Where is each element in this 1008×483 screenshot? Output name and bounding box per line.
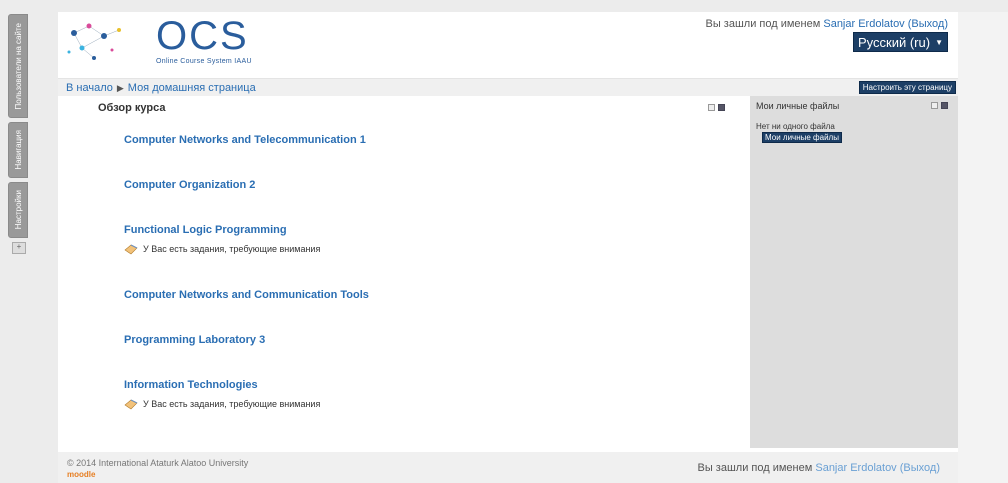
course-link[interactable]: Computer Networks and Telecommunication … <box>124 134 724 146</box>
course-link[interactable]: Programming Laboratory 3 <box>124 334 724 346</box>
language-select[interactable]: Русский (ru) ▼ <box>853 32 948 52</box>
site-logo[interactable]: OCS Online Course System IAAU <box>64 14 294 68</box>
header: OCS Online Course System IAAU Вы зашли п… <box>58 12 958 76</box>
dock-tab-label: Навигация <box>13 130 23 170</box>
block-controls <box>708 104 725 111</box>
list-item: Computer Organization 2 <box>124 179 724 224</box>
chevron-down-icon: ▼ <box>935 37 943 47</box>
logout-link[interactable]: (Выход) <box>900 462 940 474</box>
customize-page-button[interactable]: Настроить эту страницу <box>858 81 956 94</box>
network-dots-icon <box>67 23 121 60</box>
course-link[interactable]: Functional Logic Programming <box>124 224 724 236</box>
alert-text: У Вас есть задания, требующие внимания <box>143 399 321 409</box>
copyright: © 2014 International Ataturk Alatoo Univ… <box>67 458 249 468</box>
dock-tab-navigation[interactable]: Навигация <box>8 122 28 178</box>
list-item: Programming Laboratory 3 <box>124 334 724 379</box>
logo-subtitle: Online Course System IAAU <box>156 58 252 65</box>
course-alert: У Вас есть задания, требующие внимания <box>124 398 724 410</box>
dock-tab-label: Пользователи на сайте <box>13 22 23 110</box>
list-item: Computer Networks and Telecommunication … <box>124 134 724 179</box>
user-name-link[interactable]: Sanjar Erdolatov <box>823 18 904 30</box>
assignment-icon[interactable] <box>124 243 138 255</box>
course-alert: У Вас есть задания, требующие внимания <box>124 243 724 255</box>
collapse-icon[interactable] <box>931 102 938 109</box>
breadcrumb-home[interactable]: В начало <box>66 82 113 94</box>
course-list: Computer Networks and Telecommunication … <box>124 134 724 444</box>
logout-link[interactable]: (Выход) <box>908 18 948 30</box>
dock-collapse-icon[interactable]: + <box>12 242 26 254</box>
course-link[interactable]: Computer Networks and Communication Tool… <box>124 289 724 301</box>
dock-tab-label: Настройки <box>13 190 23 230</box>
navbar: В начало ▶ Моя домашняя страница Настроить… <box>58 78 958 97</box>
page: OCS Online Course System IAAU Вы зашли п… <box>58 12 958 483</box>
course-link[interactable]: Computer Organization 2 <box>124 179 724 191</box>
user-name-link[interactable]: Sanjar Erdolatov <box>815 462 896 474</box>
list-item: Computer Networks and Communication Tool… <box>124 289 724 334</box>
collapse-icon[interactable] <box>708 104 715 111</box>
block-title: Мои личные файлы <box>756 101 840 111</box>
dock-block-icon[interactable] <box>941 102 948 109</box>
moodle-logo-link[interactable]: moodle <box>67 470 95 479</box>
footer-login-info: Вы зашли под именем Sanjar Erdolatov (Вы… <box>698 462 941 474</box>
breadcrumb-separator-icon: ▶ <box>116 83 124 93</box>
dock-tab-settings[interactable]: Настройки <box>8 182 28 238</box>
course-link[interactable]: Information Technologies <box>124 379 724 391</box>
right-margin <box>958 12 1008 483</box>
dock-block-icon[interactable] <box>718 104 725 111</box>
alert-text: У Вас есть задания, требующие внимания <box>143 244 321 254</box>
course-overview-block: Обзор курса Computer Networks and Teleco… <box>58 96 750 448</box>
login-prefix: Вы зашли под именем <box>697 462 816 474</box>
block-controls <box>931 102 948 109</box>
assignment-icon[interactable] <box>124 398 138 410</box>
list-item: Information Technologies У Вас есть зада… <box>124 379 724 444</box>
manage-files-button[interactable]: Мои личные файлы <box>762 132 842 143</box>
breadcrumb: В начало ▶ Моя домашняя страница <box>66 82 256 94</box>
footer: © 2014 International Ataturk Alatoo Univ… <box>58 452 958 483</box>
logo-text: OCS <box>156 14 249 58</box>
login-info: Вы зашли под именем Sanjar Erdolatov (Вы… <box>706 18 949 30</box>
private-files-block: Мои личные файлы Нет ни одного файла Мои… <box>750 96 958 448</box>
list-item: Functional Logic Programming У Вас есть … <box>124 224 724 289</box>
empty-files-text: Нет ни одного файла <box>756 122 835 131</box>
dock-tab-online-users[interactable]: Пользователи на сайте <box>8 14 28 118</box>
breadcrumb-current[interactable]: Моя домашняя страница <box>128 82 256 94</box>
left-dock: Пользователи на сайте Навигация Настройк… <box>8 14 30 254</box>
language-value: Русский (ru) <box>858 34 931 50</box>
login-prefix: Вы зашли под именем <box>705 18 824 30</box>
block-title: Обзор курса <box>98 102 166 114</box>
